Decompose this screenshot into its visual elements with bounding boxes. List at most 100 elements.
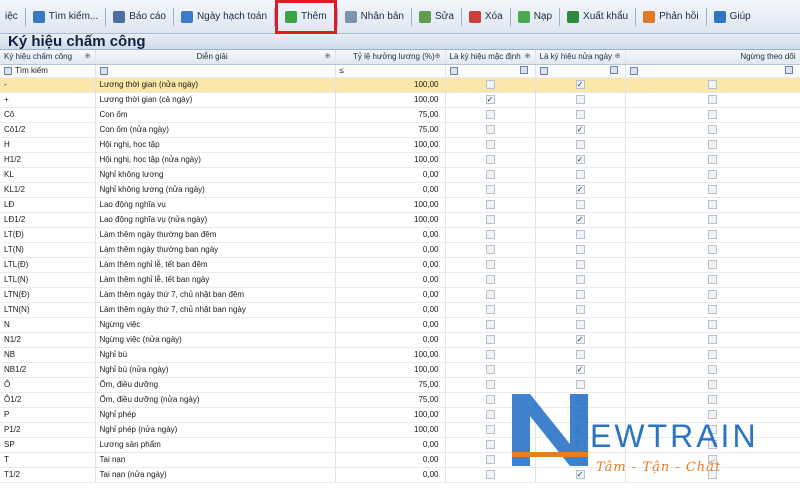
table-row[interactable]: H1/2 Hội nghị, học tập (nửa ngày) 100,00 ✓: [0, 152, 800, 168]
checkbox-half[interactable]: [575, 350, 585, 360]
tool-reload-button[interactable]: Nạp: [513, 6, 557, 28]
column-header-rate[interactable]: Tỷ lệ hưởng lương (%) ⊕: [335, 50, 446, 65]
checkbox-default[interactable]: [485, 140, 495, 150]
filter-half[interactable]: [535, 64, 626, 78]
tool-feedback-button[interactable]: Phản hồi: [638, 6, 703, 28]
checkbox-default[interactable]: ✓: [485, 95, 495, 105]
filter-checkbox[interactable]: [784, 66, 793, 74]
checkbox-default[interactable]: [485, 320, 495, 330]
checkbox-half[interactable]: [575, 140, 585, 150]
filter-desc[interactable]: [95, 64, 336, 78]
table-row[interactable]: LTL(N) Làm thêm nghỉ lễ, tết ban ngày 0,00: [0, 272, 800, 288]
checkbox-half[interactable]: ✓: [575, 395, 585, 405]
checkbox-default[interactable]: [485, 260, 495, 270]
checkbox-default[interactable]: [485, 200, 495, 210]
table-row[interactable]: LTL(Đ) Làm thêm nghỉ lễ, tết ban đêm 0,00: [0, 257, 800, 273]
checkbox-default[interactable]: [485, 470, 495, 480]
checkbox-stop[interactable]: [708, 410, 717, 420]
table-row[interactable]: + Lương thời gian (cả ngày) 100,00 ✓: [0, 92, 800, 108]
checkbox-half[interactable]: ✓: [575, 425, 585, 435]
checkbox-stop[interactable]: [708, 440, 717, 450]
checkbox-default[interactable]: [485, 155, 495, 165]
table-row[interactable]: KL Nghỉ không lương 0,00: [0, 167, 800, 183]
checkbox-default[interactable]: [485, 230, 495, 240]
pin-icon[interactable]: ⊕: [615, 52, 621, 60]
filter-rate[interactable]: ≤: [335, 64, 446, 78]
column-header-desc[interactable]: Diễn giải ⊕: [95, 50, 336, 65]
table-row[interactable]: - Lương thời gian (nửa ngày) 100,00 ✓: [0, 77, 800, 93]
checkbox-stop[interactable]: [708, 245, 717, 255]
checkbox-half[interactable]: [575, 290, 585, 300]
checkbox-half[interactable]: [575, 305, 585, 315]
checkbox-stop[interactable]: [708, 230, 717, 240]
checkbox-half[interactable]: [575, 230, 585, 240]
checkbox-stop[interactable]: [708, 425, 717, 435]
checkbox-half[interactable]: ✓: [575, 155, 585, 165]
checkbox-default[interactable]: [485, 380, 495, 390]
checkbox-half[interactable]: ✓: [575, 215, 585, 225]
checkbox-stop[interactable]: [708, 335, 717, 345]
pin-icon[interactable]: ⊕: [325, 52, 331, 60]
checkbox-stop[interactable]: [708, 470, 717, 480]
filter-icon[interactable]: [4, 66, 12, 75]
table-row[interactable]: P1/2 Nghỉ phép (nửa ngày) 100,00 ✓: [0, 422, 800, 438]
checkbox-half[interactable]: [575, 170, 585, 180]
checkbox-stop[interactable]: [708, 350, 717, 360]
checkbox-default[interactable]: [485, 455, 495, 465]
table-row[interactable]: Cô1/2 Con ốm (nửa ngày) 75,00 ✓: [0, 122, 800, 138]
checkbox-stop[interactable]: [708, 290, 717, 300]
checkbox-default[interactable]: [485, 215, 495, 225]
filter-default[interactable]: [445, 64, 536, 78]
checkbox-stop[interactable]: [708, 125, 717, 135]
checkbox-default[interactable]: [485, 185, 495, 195]
checkbox-default[interactable]: [485, 350, 495, 360]
checkbox-stop[interactable]: [708, 260, 717, 270]
table-row[interactable]: Ô Ốm, điều dưỡng 75,00: [0, 377, 800, 393]
checkbox-half[interactable]: [575, 110, 585, 120]
filter-icon[interactable]: [99, 66, 108, 75]
tool-accounting-date-button[interactable]: Ngày hạch toán: [176, 6, 272, 28]
table-row[interactable]: LĐ1/2 Lao động nghĩa vụ (nửa ngày) 100,00 ✓: [0, 212, 800, 228]
table-row[interactable]: LTN(Đ) Làm thêm ngày thứ 7, chủ nhật ban …: [0, 287, 800, 303]
table-row[interactable]: NB Nghỉ bù 100,00: [0, 347, 800, 363]
table-row[interactable]: SP Lương sản phẩm 0,00: [0, 437, 800, 453]
checkbox-default[interactable]: [485, 365, 495, 375]
table-row[interactable]: KL1/2 Nghỉ không lương (nửa ngày) 0,00 ✓: [0, 182, 800, 198]
tool-search-button[interactable]: Tìm kiếm...: [28, 6, 103, 28]
tool-report-button[interactable]: Báo cáo: [108, 6, 171, 28]
table-row[interactable]: LT(Đ) Làm thêm ngày thường ban đêm 0,00: [0, 227, 800, 243]
checkbox-stop[interactable]: [708, 380, 717, 390]
checkbox-stop[interactable]: [708, 200, 717, 210]
checkbox-stop[interactable]: [708, 80, 717, 90]
table-row[interactable]: T Tai nạn 0,00: [0, 452, 800, 468]
filter-icon[interactable]: [449, 66, 458, 75]
filter-icon[interactable]: [629, 66, 638, 75]
checkbox-default[interactable]: [485, 410, 495, 420]
tool-view-button[interactable]: iệc: [0, 6, 23, 28]
filter-checkbox[interactable]: [519, 66, 528, 74]
checkbox-half[interactable]: ✓: [575, 470, 585, 480]
table-row[interactable]: LT(N) Làm thêm ngày thường ban ngày 0,00: [0, 242, 800, 258]
tool-duplicate-button[interactable]: Nhân bản: [340, 6, 409, 28]
checkbox-default[interactable]: [485, 305, 495, 315]
checkbox-stop[interactable]: [708, 455, 717, 465]
table-row[interactable]: N1/2 Ngừng việc (nửa ngày) 0,00 ✓: [0, 332, 800, 348]
checkbox-stop[interactable]: [708, 320, 717, 330]
table-row[interactable]: P Nghỉ phép 100,00: [0, 407, 800, 423]
checkbox-half[interactable]: ✓: [575, 365, 585, 375]
tool-edit-button[interactable]: Sửa: [414, 6, 459, 28]
filter-code[interactable]: Tìm kiếm: [0, 64, 96, 78]
checkbox-default[interactable]: [485, 275, 495, 285]
checkbox-default[interactable]: [485, 425, 495, 435]
pin-icon[interactable]: ⊕: [85, 52, 91, 60]
checkbox-stop[interactable]: [708, 215, 717, 225]
table-row[interactable]: NB1/2 Nghỉ bù (nửa ngày) 100,00 ✓: [0, 362, 800, 378]
checkbox-half[interactable]: ✓: [575, 335, 585, 345]
pin-icon[interactable]: ⊕: [435, 52, 441, 60]
checkbox-stop[interactable]: [708, 170, 717, 180]
filter-checkbox[interactable]: [609, 66, 618, 74]
checkbox-default[interactable]: [485, 80, 495, 90]
checkbox-stop[interactable]: [708, 95, 717, 105]
table-row[interactable]: Ô1/2 Ốm, điều dưỡng (nửa ngày) 75,00 ✓: [0, 392, 800, 408]
checkbox-stop[interactable]: [708, 110, 717, 120]
